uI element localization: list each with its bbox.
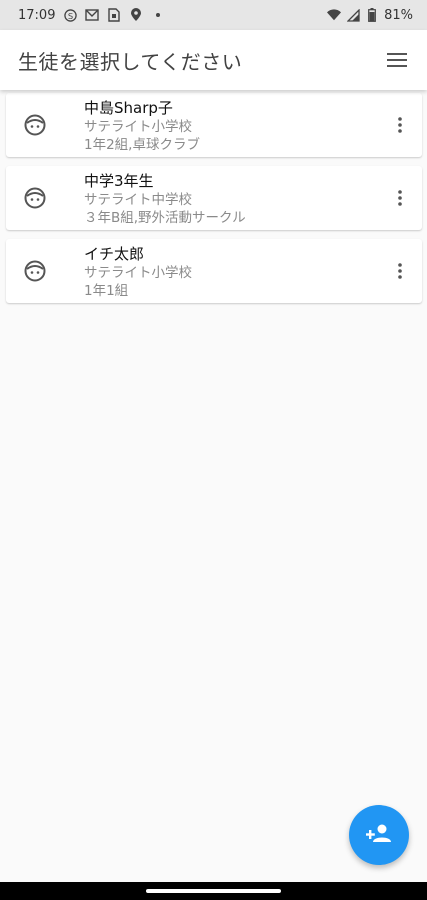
student-detail: 1年1組	[84, 283, 129, 299]
student-card[interactable]: 中島Sharp子 サテライト小学校 1年2組,卓球クラブ	[6, 93, 422, 157]
dot-icon	[151, 8, 165, 22]
student-card[interactable]: イチ太郎 サテライト小学校 1年1組	[6, 239, 422, 303]
location-icon	[129, 8, 143, 22]
student-name: 中島Sharp子	[84, 99, 173, 117]
face-icon	[24, 260, 46, 282]
face-icon	[24, 114, 46, 136]
add-student-button[interactable]	[349, 805, 409, 865]
system-nav-bar	[0, 882, 427, 900]
more-vert-icon[interactable]	[386, 184, 414, 212]
wifi-icon	[327, 8, 342, 22]
battery-percent: 81%	[384, 7, 413, 23]
student-school: サテライト中学校	[84, 192, 192, 208]
s-circle-icon: S	[63, 8, 77, 22]
more-vert-icon[interactable]	[386, 257, 414, 285]
student-name: 中学3年生	[84, 172, 154, 190]
m-mail-icon	[85, 8, 100, 22]
page-title: 生徒を選択してください	[18, 49, 243, 74]
student-detail: 1年2組,卓球クラブ	[84, 137, 200, 153]
student-card[interactable]: 中学3年生 サテライト中学校 ３年B組,野外活動サークル	[6, 166, 422, 230]
signal-icon	[346, 8, 360, 22]
battery-icon	[365, 8, 379, 22]
student-school: サテライト小学校	[84, 119, 192, 135]
add-person-icon	[365, 823, 392, 847]
student-detail: ３年B組,野外活動サークル	[84, 210, 246, 226]
student-list: 中島Sharp子 サテライト小学校 1年2組,卓球クラブ 中学3年生 サテライト…	[6, 93, 422, 312]
home-gesture-handle[interactable]	[146, 889, 281, 893]
sim-card-icon	[107, 8, 121, 22]
status-bar: 17:09 S 81%	[0, 0, 427, 30]
svg-text:S: S	[68, 10, 73, 20]
status-time: 17:09	[18, 7, 56, 23]
more-vert-icon[interactable]	[386, 111, 414, 139]
face-icon	[24, 187, 46, 209]
student-school: サテライト小学校	[84, 265, 192, 281]
hamburger-menu-icon[interactable]	[383, 46, 411, 74]
student-name: イチ太郎	[84, 245, 145, 263]
app-bar: 生徒を選択してください	[0, 30, 427, 90]
